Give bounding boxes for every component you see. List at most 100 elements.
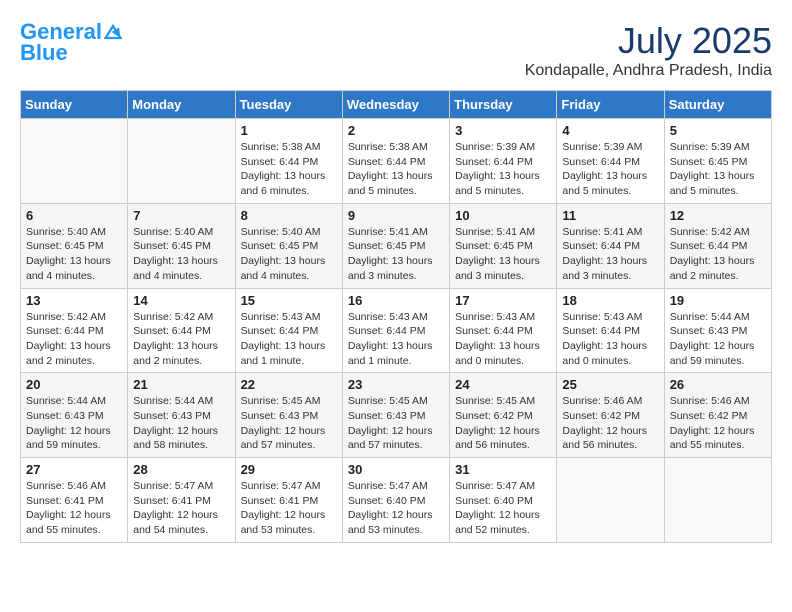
day-number: 13 <box>26 293 122 308</box>
day-number: 9 <box>348 208 444 223</box>
day-info: Sunrise: 5:47 AM Sunset: 6:40 PM Dayligh… <box>348 479 444 538</box>
weekday-header-saturday: Saturday <box>664 91 771 119</box>
day-number: 12 <box>670 208 766 223</box>
day-info: Sunrise: 5:47 AM Sunset: 6:41 PM Dayligh… <box>133 479 229 538</box>
calendar-cell: 14Sunrise: 5:42 AM Sunset: 6:44 PM Dayli… <box>128 288 235 373</box>
day-number: 2 <box>348 123 444 138</box>
day-number: 4 <box>562 123 658 138</box>
day-number: 23 <box>348 377 444 392</box>
calendar-cell: 20 Sunrise: 5:44 AM Sunset: 6:43 PM Dayli… <box>21 373 128 458</box>
weekday-header-sunday: Sunday <box>21 91 128 119</box>
calendar-cell: 3Sunrise: 5:39 AM Sunset: 6:44 PM Daylig… <box>450 119 557 204</box>
day-info: Sunrise: 5:44 AM Sunset: 6:43 PM Dayligh… <box>26 394 122 453</box>
day-info: Sunrise: 5:38 AM Sunset: 6:44 PM Dayligh… <box>241 140 337 199</box>
calendar-week-3: 13 Sunrise: 5:42 AM Sunset: 6:44 PM Dayli… <box>21 288 772 373</box>
day-info: Sunrise: 5:45 AM Sunset: 6:42 PM Dayligh… <box>455 394 551 453</box>
calendar-cell: 8Sunrise: 5:40 AM Sunset: 6:45 PM Daylig… <box>235 203 342 288</box>
day-number: 17 <box>455 293 551 308</box>
calendar-cell: 2 Sunrise: 5:38 AM Sunset: 6:44 PM Daylig… <box>342 119 449 204</box>
calendar-cell: 24 Sunrise: 5:45 AM Sunset: 6:42 PM Dayli… <box>450 373 557 458</box>
day-number: 24 <box>455 377 551 392</box>
day-number: 5 <box>670 123 766 138</box>
page-header: General Blue July 2025 Kondapalle, Andhr… <box>20 20 772 80</box>
calendar-cell: 9 Sunrise: 5:41 AM Sunset: 6:45 PM Daylig… <box>342 203 449 288</box>
calendar-cell <box>557 458 664 543</box>
logo: General Blue <box>20 20 122 66</box>
day-info: Sunrise: 5:43 AM Sunset: 6:44 PM Dayligh… <box>241 310 337 369</box>
day-number: 16 <box>348 293 444 308</box>
weekday-header-tuesday: Tuesday <box>235 91 342 119</box>
calendar-cell <box>664 458 771 543</box>
day-info: Sunrise: 5:46 AM Sunset: 6:42 PM Dayligh… <box>670 394 766 453</box>
calendar-cell <box>128 119 235 204</box>
day-info: Sunrise: 5:41 AM Sunset: 6:45 PM Dayligh… <box>348 225 444 284</box>
day-info: Sunrise: 5:47 AM Sunset: 6:40 PM Dayligh… <box>455 479 551 538</box>
day-number: 6 <box>26 208 122 223</box>
day-number: 10 <box>455 208 551 223</box>
day-info: Sunrise: 5:38 AM Sunset: 6:44 PM Dayligh… <box>348 140 444 199</box>
calendar-cell: 17 Sunrise: 5:43 AM Sunset: 6:44 PM Dayli… <box>450 288 557 373</box>
day-number: 29 <box>241 462 337 477</box>
calendar-body: 1 Sunrise: 5:38 AM Sunset: 6:44 PM Daylig… <box>21 119 772 543</box>
calendar-cell: 25Sunrise: 5:46 AM Sunset: 6:42 PM Dayli… <box>557 373 664 458</box>
day-number: 31 <box>455 462 551 477</box>
day-info: Sunrise: 5:41 AM Sunset: 6:44 PM Dayligh… <box>562 225 658 284</box>
day-info: Sunrise: 5:44 AM Sunset: 6:43 PM Dayligh… <box>670 310 766 369</box>
day-info: Sunrise: 5:46 AM Sunset: 6:41 PM Dayligh… <box>26 479 122 538</box>
calendar-cell: 23Sunrise: 5:45 AM Sunset: 6:43 PM Dayli… <box>342 373 449 458</box>
day-number: 19 <box>670 293 766 308</box>
calendar-cell: 10 Sunrise: 5:41 AM Sunset: 6:45 PM Dayli… <box>450 203 557 288</box>
calendar-cell: 19 Sunrise: 5:44 AM Sunset: 6:43 PM Dayli… <box>664 288 771 373</box>
calendar-cell: 18Sunrise: 5:43 AM Sunset: 6:44 PM Dayli… <box>557 288 664 373</box>
calendar-cell <box>21 119 128 204</box>
calendar-cell: 1 Sunrise: 5:38 AM Sunset: 6:44 PM Daylig… <box>235 119 342 204</box>
day-info: Sunrise: 5:43 AM Sunset: 6:44 PM Dayligh… <box>562 310 658 369</box>
day-info: Sunrise: 5:43 AM Sunset: 6:44 PM Dayligh… <box>348 310 444 369</box>
calendar-cell: 29 Sunrise: 5:47 AM Sunset: 6:41 PM Dayli… <box>235 458 342 543</box>
day-info: Sunrise: 5:43 AM Sunset: 6:44 PM Dayligh… <box>455 310 551 369</box>
day-number: 11 <box>562 208 658 223</box>
day-info: Sunrise: 5:39 AM Sunset: 6:44 PM Dayligh… <box>562 140 658 199</box>
day-number: 15 <box>241 293 337 308</box>
day-info: Sunrise: 5:47 AM Sunset: 6:41 PM Dayligh… <box>241 479 337 538</box>
calendar-week-4: 20 Sunrise: 5:44 AM Sunset: 6:43 PM Dayli… <box>21 373 772 458</box>
calendar-cell: 4 Sunrise: 5:39 AM Sunset: 6:44 PM Daylig… <box>557 119 664 204</box>
day-info: Sunrise: 5:42 AM Sunset: 6:44 PM Dayligh… <box>26 310 122 369</box>
calendar-cell: 16 Sunrise: 5:43 AM Sunset: 6:44 PM Dayli… <box>342 288 449 373</box>
calendar-cell: 6 Sunrise: 5:40 AM Sunset: 6:45 PM Daylig… <box>21 203 128 288</box>
day-info: Sunrise: 5:46 AM Sunset: 6:42 PM Dayligh… <box>562 394 658 453</box>
calendar-cell: 26Sunrise: 5:46 AM Sunset: 6:42 PM Dayli… <box>664 373 771 458</box>
month-title: July 2025 <box>525 20 772 62</box>
day-number: 30 <box>348 462 444 477</box>
calendar-cell: 27Sunrise: 5:46 AM Sunset: 6:41 PM Dayli… <box>21 458 128 543</box>
calendar-cell: 7 Sunrise: 5:40 AM Sunset: 6:45 PM Daylig… <box>128 203 235 288</box>
calendar-cell: 22Sunrise: 5:45 AM Sunset: 6:43 PM Dayli… <box>235 373 342 458</box>
day-number: 20 <box>26 377 122 392</box>
weekday-header-wednesday: Wednesday <box>342 91 449 119</box>
day-number: 22 <box>241 377 337 392</box>
day-info: Sunrise: 5:41 AM Sunset: 6:45 PM Dayligh… <box>455 225 551 284</box>
title-block: July 2025 Kondapalle, Andhra Pradesh, In… <box>525 20 772 80</box>
weekday-header-thursday: Thursday <box>450 91 557 119</box>
location: Kondapalle, Andhra Pradesh, India <box>525 62 772 80</box>
calendar-cell: 31 Sunrise: 5:47 AM Sunset: 6:40 PM Dayli… <box>450 458 557 543</box>
day-info: Sunrise: 5:39 AM Sunset: 6:44 PM Dayligh… <box>455 140 551 199</box>
calendar-cell: 5 Sunrise: 5:39 AM Sunset: 6:45 PM Daylig… <box>664 119 771 204</box>
calendar-header-row: SundayMondayTuesdayWednesdayThursdayFrid… <box>21 91 772 119</box>
day-info: Sunrise: 5:40 AM Sunset: 6:45 PM Dayligh… <box>241 225 337 284</box>
day-info: Sunrise: 5:39 AM Sunset: 6:45 PM Dayligh… <box>670 140 766 199</box>
calendar-week-5: 27Sunrise: 5:46 AM Sunset: 6:41 PM Dayli… <box>21 458 772 543</box>
calendar-cell: 13 Sunrise: 5:42 AM Sunset: 6:44 PM Dayli… <box>21 288 128 373</box>
day-info: Sunrise: 5:44 AM Sunset: 6:43 PM Dayligh… <box>133 394 229 453</box>
calendar-week-1: 1 Sunrise: 5:38 AM Sunset: 6:44 PM Daylig… <box>21 119 772 204</box>
calendar-cell: 21 Sunrise: 5:44 AM Sunset: 6:43 PM Dayli… <box>128 373 235 458</box>
calendar-week-2: 6 Sunrise: 5:40 AM Sunset: 6:45 PM Daylig… <box>21 203 772 288</box>
day-number: 7 <box>133 208 229 223</box>
day-info: Sunrise: 5:40 AM Sunset: 6:45 PM Dayligh… <box>26 225 122 284</box>
day-number: 1 <box>241 123 337 138</box>
calendar-cell: 15 Sunrise: 5:43 AM Sunset: 6:44 PM Dayli… <box>235 288 342 373</box>
day-number: 21 <box>133 377 229 392</box>
day-info: Sunrise: 5:40 AM Sunset: 6:45 PM Dayligh… <box>133 225 229 284</box>
day-info: Sunrise: 5:42 AM Sunset: 6:44 PM Dayligh… <box>133 310 229 369</box>
logo-icon <box>104 23 122 41</box>
